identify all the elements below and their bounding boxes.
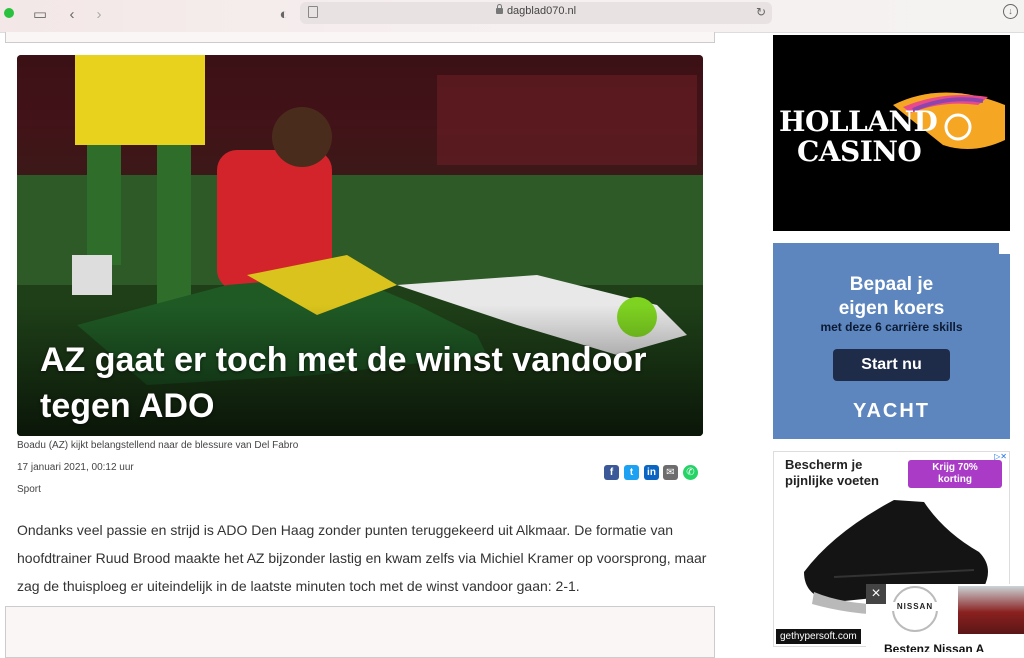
window-traffic-light[interactable] xyxy=(4,8,14,18)
yacht-subline: met deze 6 carrière skills xyxy=(820,320,963,334)
car-image xyxy=(958,586,1024,634)
mail-icon[interactable]: ✉ xyxy=(663,465,678,480)
yacht-brand: YACHT xyxy=(852,400,931,422)
start-nu-button[interactable]: Start nu xyxy=(833,349,950,381)
ad-domain[interactable]: gethypersoft.com xyxy=(776,629,861,644)
article-body: Ondanks veel passie en strijd is ADO Den… xyxy=(17,522,707,594)
nissan-headline: Bestenz Nissan A xyxy=(884,642,985,652)
holland-casino-ad[interactable]: HOLLAND CASINO xyxy=(773,35,1010,231)
hero-image[interactable]: AZ gaat er toch met de winst vandoor teg… xyxy=(17,55,703,436)
address-bar[interactable]: dagblad070.nl ↻ xyxy=(300,2,772,24)
next-content-box xyxy=(5,606,715,658)
whatsapp-icon[interactable]: ✆ xyxy=(683,465,698,480)
linkedin-icon[interactable]: in xyxy=(644,465,659,480)
shield-icon[interactable]: ◐ xyxy=(274,5,294,25)
reload-icon[interactable]: ↻ xyxy=(756,5,766,19)
nissan-logo-icon: NISSAN xyxy=(891,586,939,632)
back-icon[interactable]: ‹ xyxy=(62,5,82,25)
twitter-icon[interactable]: t xyxy=(624,465,639,480)
download-icon[interactable]: ↓ xyxy=(1003,4,1018,19)
browser-toolbar: ▭ ‹ › ◐ dagblad070.nl ↻ ↓ xyxy=(0,0,1024,33)
sidebar-toggle-icon[interactable]: ▭ xyxy=(30,5,50,25)
lock-icon xyxy=(495,4,503,14)
ad-choices-icon[interactable] xyxy=(999,243,1010,254)
article-date: 17 januari 2021, 00:12 uur xyxy=(17,462,134,473)
image-caption: Boadu (AZ) kijkt belangstellend naar de … xyxy=(17,440,299,451)
facebook-icon[interactable]: f xyxy=(604,465,619,480)
yacht-headline: Bepaal je eigen koers xyxy=(838,274,945,319)
nissan-ad[interactable]: × NISSAN Bestenz Nissan A xyxy=(866,584,1024,652)
forward-icon[interactable]: › xyxy=(89,5,109,25)
article-title[interactable]: AZ gaat er toch met de winst vandoor teg… xyxy=(40,337,700,429)
yacht-ad[interactable]: Bepaal je eigen koers met deze 6 carrièr… xyxy=(773,243,1010,439)
previous-content-box xyxy=(5,32,715,43)
url-text[interactable]: dagblad070.nl xyxy=(300,4,772,17)
holland-casino-text: HOLLAND CASINO xyxy=(779,105,938,168)
close-icon[interactable]: × xyxy=(866,584,886,604)
article-category[interactable]: Sport xyxy=(17,484,41,495)
